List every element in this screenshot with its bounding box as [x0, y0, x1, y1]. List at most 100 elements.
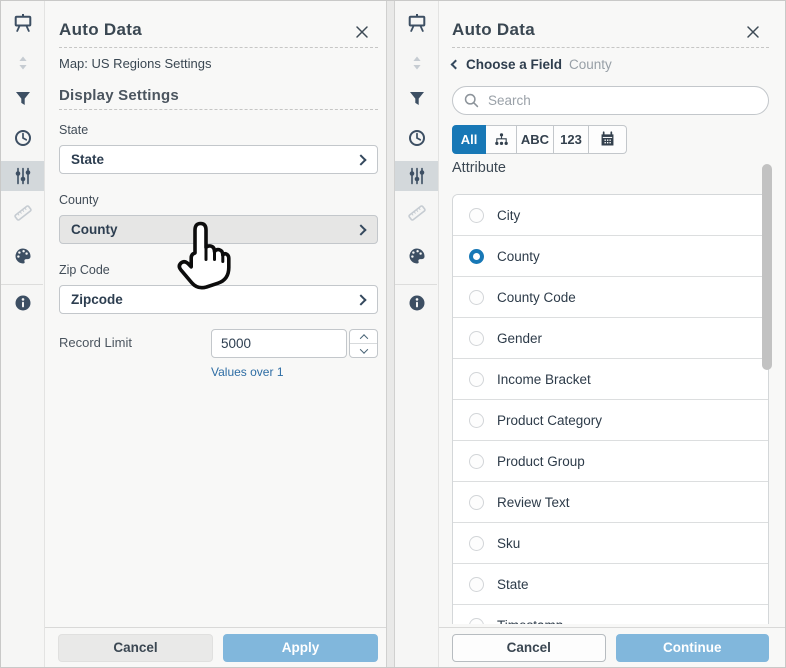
radio-icon[interactable]	[469, 454, 484, 469]
record-limit-stepper	[349, 329, 378, 358]
breadcrumb-current-label: County	[569, 57, 612, 72]
radio-icon[interactable]	[469, 495, 484, 510]
continue-button[interactable]: Continue	[616, 634, 770, 662]
scrollbar-thumb[interactable]	[762, 164, 772, 370]
search-icon	[463, 92, 480, 109]
tab-date[interactable]	[589, 125, 627, 154]
settings-panel: Auto Data Map: US Regions Settings Displ…	[1, 1, 387, 667]
state-field-label: State	[59, 123, 88, 137]
palette-icon[interactable]	[407, 246, 427, 266]
rail-divider	[395, 284, 437, 285]
record-limit-input[interactable]	[211, 329, 347, 358]
option-county[interactable]: County	[453, 236, 768, 277]
radio-icon[interactable]	[469, 372, 484, 387]
radio-icon[interactable]	[469, 536, 484, 551]
search-input[interactable]	[488, 93, 758, 108]
field-type-tabs: All ABC 123	[452, 125, 627, 154]
sort-arrows-icon	[13, 53, 33, 73]
breadcrumb-back-label: Choose a Field	[466, 57, 562, 72]
field-picker-footer: Cancel Continue	[439, 627, 785, 667]
option-timestamp[interactable]: Timestamp	[453, 605, 768, 624]
cancel-button[interactable]: Cancel	[58, 634, 213, 662]
sitemap-icon	[493, 131, 510, 148]
panel-title: Auto Data	[452, 20, 535, 40]
display-settings-sliders-icon[interactable]	[13, 166, 33, 186]
divider	[59, 109, 378, 110]
presentation-icon[interactable]	[407, 13, 427, 33]
filter-icon[interactable]	[13, 89, 33, 109]
zipcode-field-value: Zipcode	[71, 292, 357, 307]
presentation-icon[interactable]	[13, 13, 33, 33]
display-settings-heading: Display Settings	[59, 87, 179, 104]
attribute-option-list: City County County Code Gender Income Br…	[452, 194, 769, 624]
tab-123[interactable]: 123	[554, 125, 589, 154]
rail-divider	[1, 284, 43, 285]
option-gender[interactable]: Gender	[453, 318, 768, 359]
screenshot-root: Auto Data Map: US Regions Settings Displ…	[0, 0, 786, 668]
radio-icon[interactable]	[469, 577, 484, 592]
ruler-icon	[13, 203, 33, 223]
option-review-text[interactable]: Review Text	[453, 482, 768, 523]
state-field-selector[interactable]: State	[59, 145, 378, 174]
county-field-label: County	[59, 193, 99, 207]
option-city[interactable]: City	[453, 195, 768, 236]
tab-all[interactable]: All	[452, 125, 486, 154]
attribute-heading: Attribute	[452, 160, 506, 176]
toolbar-rail	[1, 1, 45, 667]
history-clock-icon[interactable]	[13, 128, 33, 148]
sort-arrows-icon	[407, 53, 427, 73]
radio-icon[interactable]	[469, 208, 484, 223]
cancel-button[interactable]: Cancel	[452, 634, 606, 662]
display-settings-sliders-icon[interactable]	[407, 166, 427, 186]
zipcode-field-label: Zip Code	[59, 263, 110, 277]
chevron-down-icon	[359, 345, 367, 353]
map-settings-subtitle: Map: US Regions Settings	[59, 56, 211, 71]
tab-abc[interactable]: ABC	[517, 125, 554, 154]
chevron-up-icon	[359, 334, 367, 342]
radio-icon[interactable]	[469, 413, 484, 428]
radio-icon[interactable]	[469, 618, 484, 625]
chevron-right-icon	[355, 154, 366, 165]
radio-icon[interactable]	[469, 290, 484, 305]
record-limit-label: Record Limit	[59, 335, 132, 350]
panel-title: Auto Data	[59, 20, 142, 40]
info-icon[interactable]	[407, 293, 427, 313]
option-state[interactable]: State	[453, 564, 768, 605]
info-icon[interactable]	[13, 293, 33, 313]
option-income-bracket[interactable]: Income Bracket	[453, 359, 768, 400]
palette-icon[interactable]	[13, 246, 33, 266]
divider	[452, 47, 769, 48]
radio-icon[interactable]	[469, 331, 484, 346]
close-icon[interactable]	[354, 24, 370, 40]
county-field-selector[interactable]: County	[59, 215, 378, 244]
stepper-down-button[interactable]	[350, 344, 377, 357]
record-limit-hint: Values over 1	[211, 365, 284, 379]
field-picker-content: Auto Data Choose a Field County All ABC	[439, 1, 785, 667]
chevron-right-icon	[355, 224, 366, 235]
option-product-category[interactable]: Product Category	[453, 400, 768, 441]
apply-button[interactable]: Apply	[223, 634, 378, 662]
option-county-code[interactable]: County Code	[453, 277, 768, 318]
breadcrumb[interactable]: Choose a Field County	[452, 57, 612, 72]
divider	[59, 47, 378, 48]
ruler-icon	[407, 203, 427, 223]
county-field-value: County	[71, 222, 357, 237]
chevron-right-icon	[355, 294, 366, 305]
filter-icon[interactable]	[407, 89, 427, 109]
settings-footer: Cancel Apply	[45, 627, 386, 667]
state-field-value: State	[71, 152, 357, 167]
option-product-group[interactable]: Product Group	[453, 441, 768, 482]
calendar-icon	[599, 131, 616, 148]
search-bar	[452, 86, 769, 115]
radio-selected-icon[interactable]	[469, 249, 484, 264]
field-picker-panel: Auto Data Choose a Field County All ABC	[394, 1, 785, 667]
tab-hierarchy[interactable]	[486, 125, 517, 154]
toolbar-rail	[395, 1, 439, 667]
stepper-up-button[interactable]	[350, 330, 377, 344]
history-clock-icon[interactable]	[407, 128, 427, 148]
chevron-left-icon	[451, 60, 461, 70]
option-sku[interactable]: Sku	[453, 523, 768, 564]
zipcode-field-selector[interactable]: Zipcode	[59, 285, 378, 314]
settings-content: Auto Data Map: US Regions Settings Displ…	[45, 1, 386, 667]
close-icon[interactable]	[745, 24, 761, 40]
